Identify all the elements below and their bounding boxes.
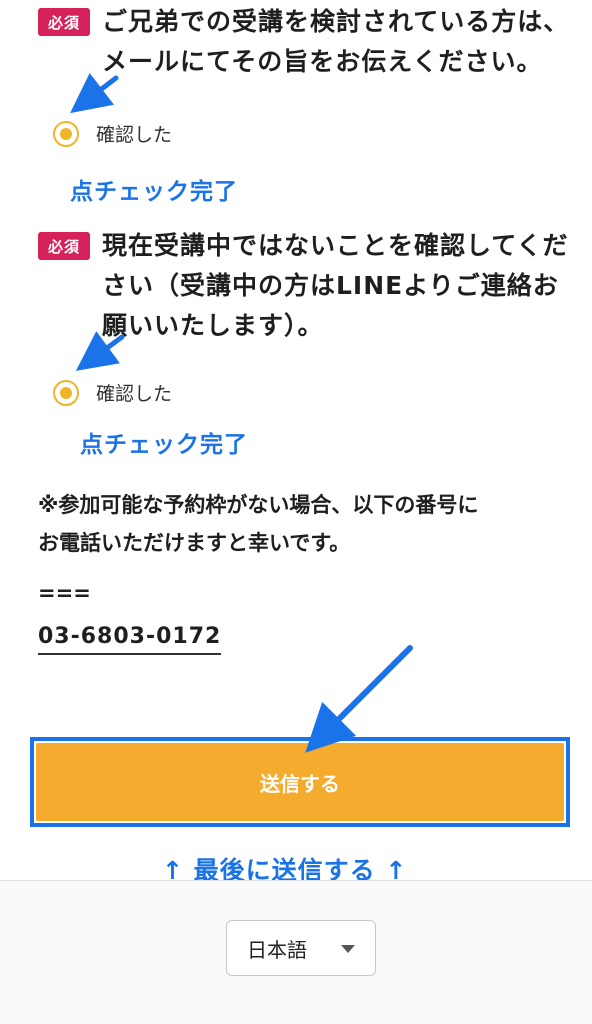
submit-button[interactable]: 送信する [36, 743, 564, 821]
required-badge: 必須 [38, 232, 90, 260]
question1-line1: ご兄弟での受講を検討されている方は、 [102, 7, 570, 36]
confirm-radio-1-label[interactable]: 確認した [96, 120, 172, 147]
confirm-radio-2-label[interactable]: 確認した [96, 379, 172, 406]
confirm-radio-2[interactable] [53, 380, 79, 406]
note-text: ※参加可能な予約枠がない場合、以下の番号に お電話いただけますと幸いです。 [38, 486, 478, 562]
question1-line2: メールにてその旨をお伝えください。 [102, 47, 543, 76]
question2-line3: 願いいたします）。 [102, 311, 324, 340]
language-select[interactable]: 日本語 [226, 920, 376, 976]
note-line1: ※参加可能な予約枠がない場合、以下の番号に [38, 493, 479, 517]
question2-line2: さい（受講中の方はLINEよりご連絡お [102, 271, 559, 300]
arrow-icon [305, 645, 413, 753]
question2-text: 現在受講中ではないことを確認してくだ さい（受講中の方はLINEよりご連絡お 願… [102, 226, 569, 346]
note-line2: お電話いただけますと幸いです。 [38, 531, 351, 555]
phone-number-link[interactable]: 03-6803-0172 [38, 624, 222, 655]
question2-line1: 現在受講中ではないことを確認してくだ [102, 231, 569, 260]
language-select-value: 日本語 [247, 937, 307, 962]
annotation-check-1: 点チェック完了 [70, 179, 238, 205]
chevron-down-icon [341, 945, 355, 953]
question1-text: ご兄弟での受講を検討されている方は、 メールにてその旨をお伝えください。 [102, 2, 569, 82]
note-separator: === [38, 581, 91, 605]
required-badge: 必須 [38, 8, 90, 36]
annotation-check-2: 点チェック完了 [80, 432, 248, 458]
confirm-radio-1[interactable] [53, 121, 79, 147]
